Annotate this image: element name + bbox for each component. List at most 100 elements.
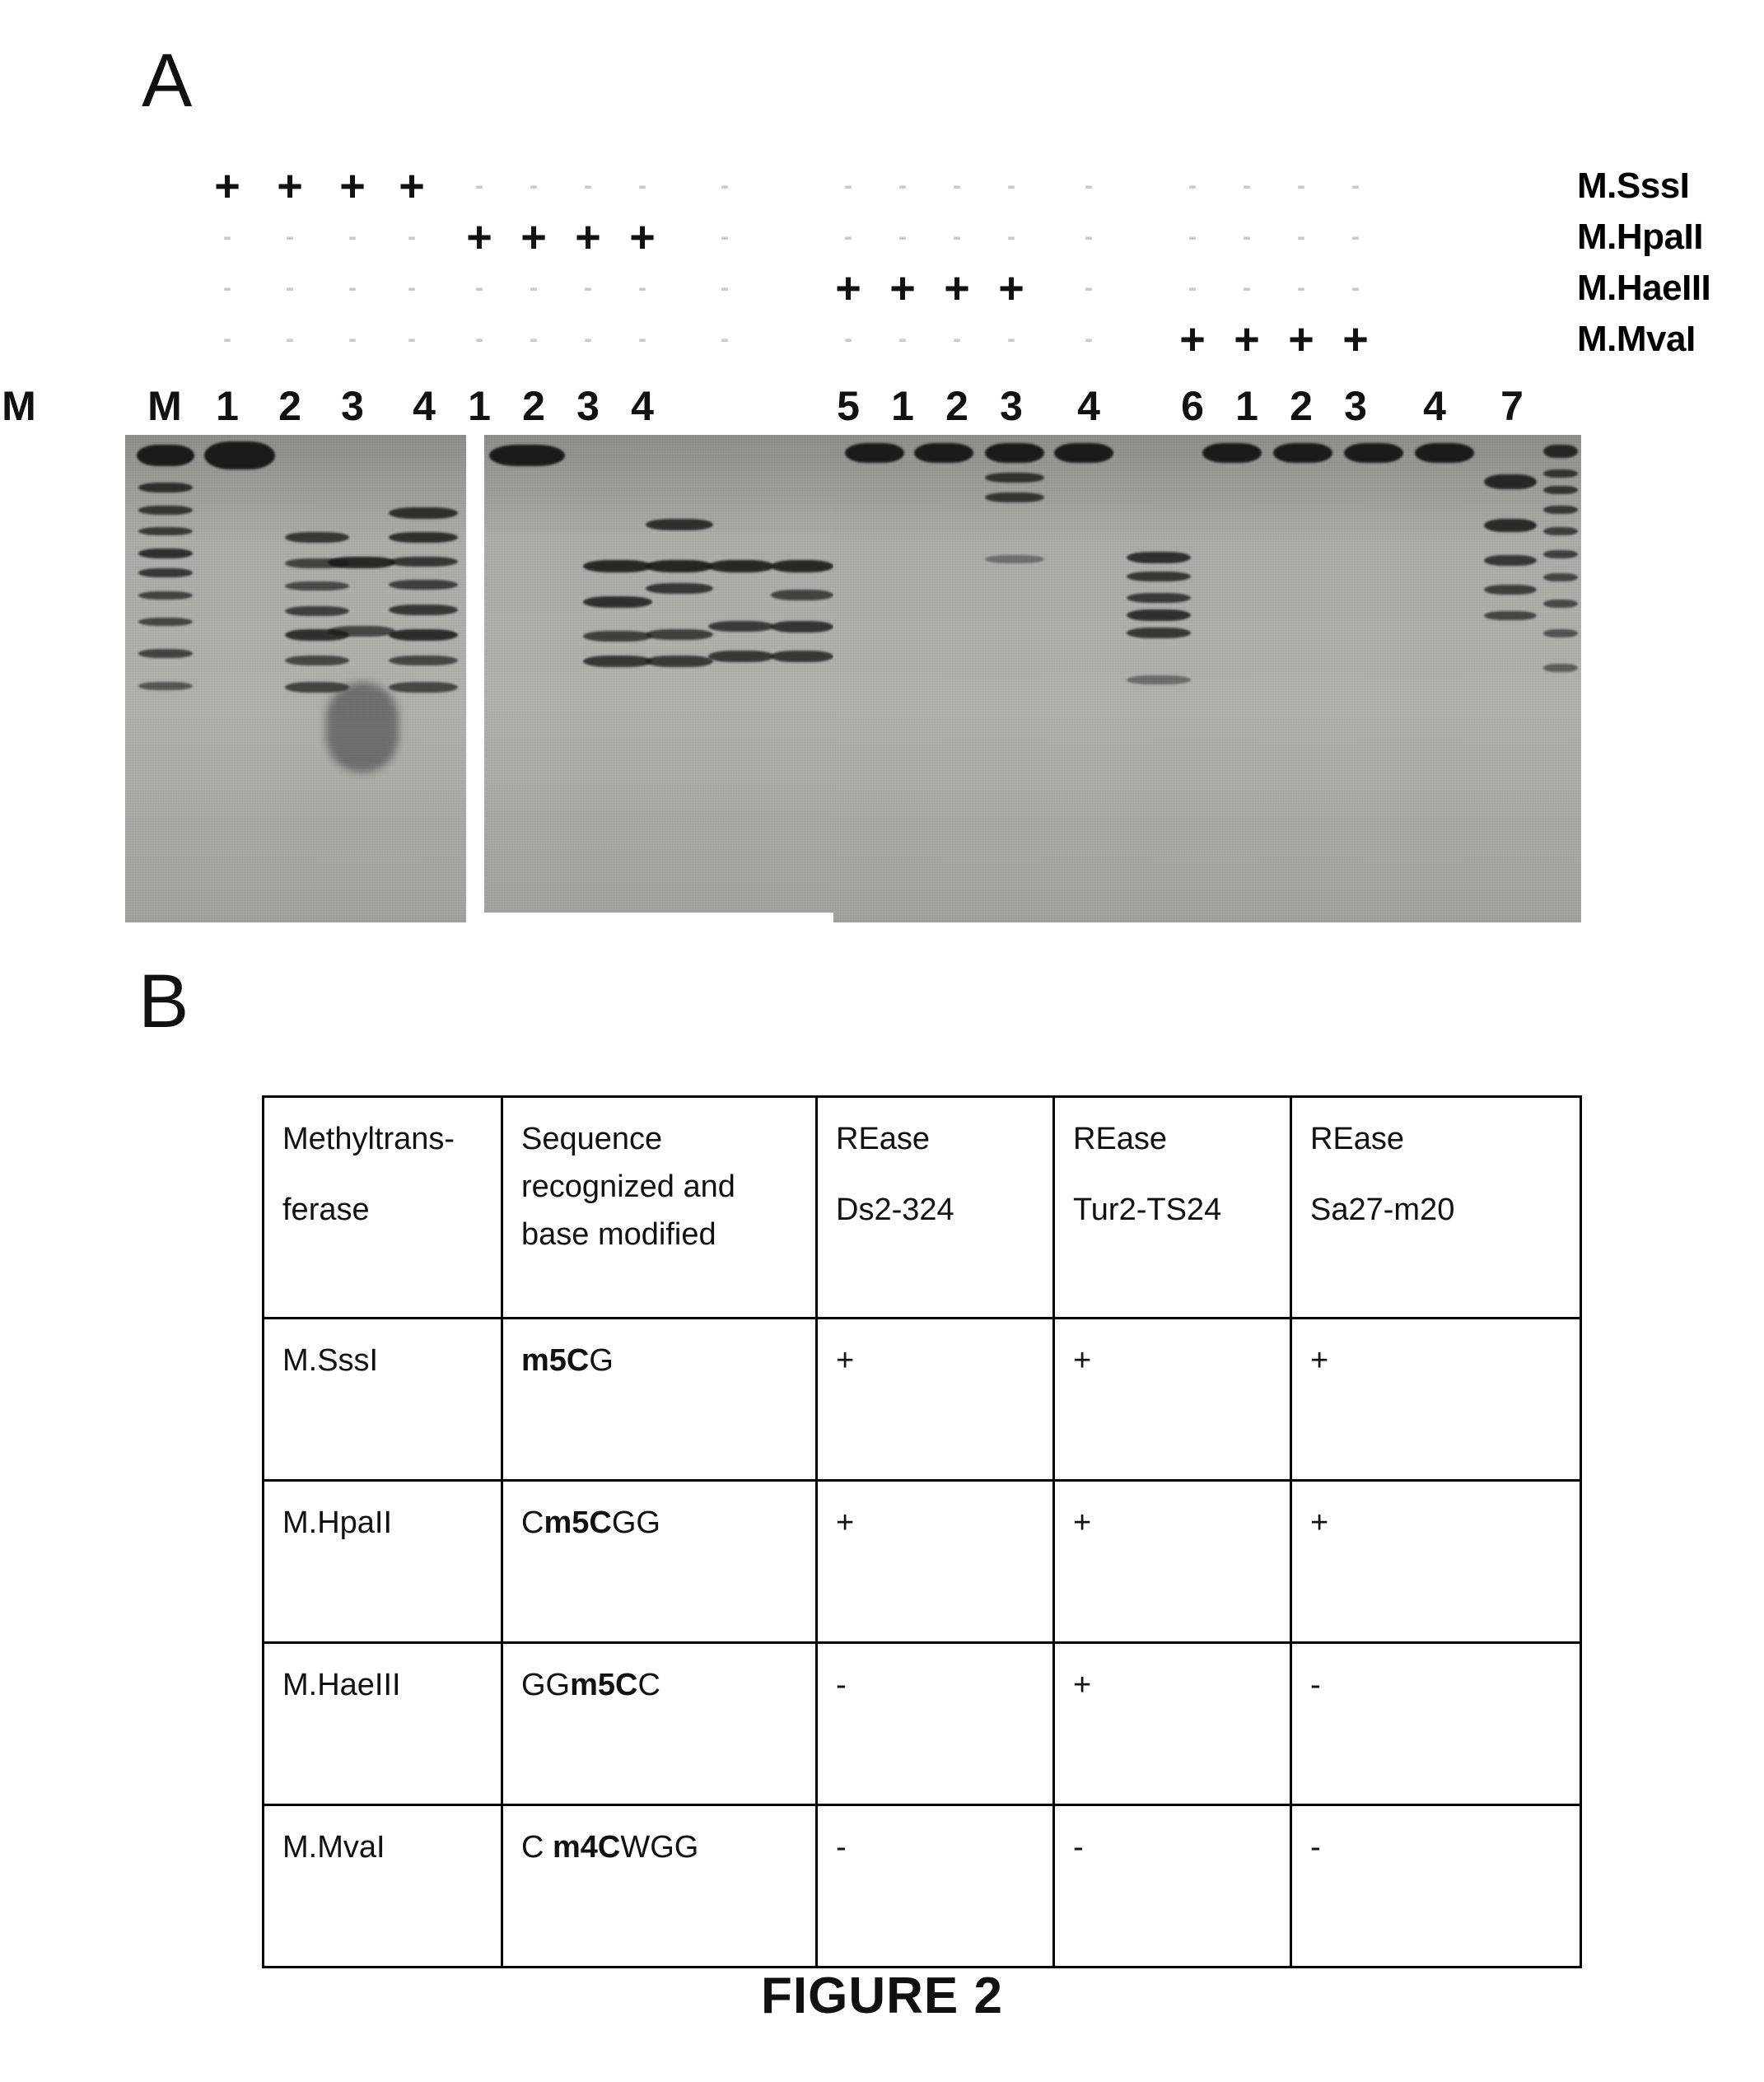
- matrix-mark-minus: -: [408, 274, 416, 301]
- matrix-mark-minus: -: [1243, 274, 1251, 301]
- matrix-mark-minus: -: [953, 325, 961, 352]
- gel-band: [1484, 555, 1537, 566]
- matrix-mark-plus: +: [1179, 315, 1206, 364]
- matrix-mark-minus: -: [721, 223, 729, 250]
- matrix-mark-minus: -: [721, 325, 729, 352]
- gel-band: [1543, 469, 1578, 478]
- gel-smear: [326, 682, 399, 773]
- matrix-mark-minus: -: [953, 172, 961, 199]
- gel-band: [708, 651, 774, 662]
- cell-sequence: Cm5CGG: [501, 1479, 818, 1644]
- cell-sequence: GGm5CC: [501, 1641, 818, 1806]
- matrix-mark-plus: +: [1342, 315, 1369, 364]
- matrix-mark-plus: +: [520, 212, 547, 262]
- matrix-mark-minus: -: [1085, 223, 1093, 250]
- gel-band: [1484, 585, 1537, 595]
- gel-lane-label: 3: [341, 383, 364, 429]
- table-header-row: Methyltrans-ferase Sequence recognized and…: [262, 1095, 1582, 1319]
- gel-lane-label: 1: [468, 383, 491, 429]
- matrix-mark-minus: -: [584, 172, 592, 199]
- matrix-row-m-mvai: - - - - - - - - - - - - - - + + + + M.MvaI: [0, 316, 1764, 367]
- gel-lane-label: 1: [891, 383, 914, 429]
- matrix-mark-minus: -: [1188, 172, 1197, 199]
- matrix-mark-plus: +: [835, 264, 861, 313]
- modified-base: m4C: [553, 1830, 621, 1865]
- gel-lane-label: 2: [945, 383, 968, 429]
- table-row: M.HaeIII GGm5CC - + -: [262, 1641, 1582, 1806]
- matrix-mark-plus: +: [214, 161, 240, 211]
- matrix-mark-minus: -: [286, 274, 294, 301]
- gel-band: [1543, 573, 1578, 581]
- matrix-mark-minus: -: [584, 325, 592, 352]
- table-header-line: ferase: [282, 1192, 370, 1227]
- cell-tur2-ts24: +: [1052, 1317, 1292, 1482]
- methyltransferase-table-wrap: Methyltrans-ferase Sequence recognized and…: [262, 1095, 1582, 1968]
- gel-band: [138, 591, 193, 600]
- table-header-line: REase: [836, 1122, 931, 1156]
- gel-band: [1202, 443, 1262, 463]
- gel-band: [285, 532, 349, 543]
- sequence-text: WGG: [620, 1830, 699, 1865]
- matrix-mark-plus: +: [575, 212, 601, 262]
- matrix-row-m-hpaii: - - - - + + + + - - - - - - - - - - M.HpaII: [0, 214, 1764, 265]
- matrix-mark-minus: -: [1007, 172, 1015, 199]
- table-header-line: Sa27-m20: [1310, 1192, 1455, 1227]
- gel-panel-right: [833, 435, 1581, 922]
- matrix-mark-minus: -: [408, 223, 416, 250]
- gel-band: [1127, 572, 1191, 581]
- sequence-text: C: [521, 1830, 553, 1865]
- matrix-mark-minus: -: [898, 223, 907, 250]
- matrix-mark-minus: -: [721, 172, 729, 199]
- gel-lane-label: 1: [1235, 383, 1258, 429]
- matrix-mark-minus: -: [898, 172, 907, 199]
- gel-band: [771, 560, 833, 572]
- matrix-mark-minus: -: [1351, 172, 1360, 199]
- cell-methyltransferase: M.SssI: [262, 1317, 503, 1482]
- matrix-mark-minus: -: [1188, 223, 1197, 250]
- gel-band: [771, 621, 833, 633]
- gel-band: [1543, 550, 1578, 558]
- matrix-mark-plus: +: [1234, 315, 1260, 364]
- gel-band: [985, 473, 1044, 483]
- gel-lane-label: 3: [576, 383, 600, 429]
- gel-band: [985, 555, 1044, 563]
- cell-methyltransferase: M.HpaII: [262, 1479, 503, 1644]
- methyltransferase-treatment-matrix: + + + + - - - - - - - - - - - - - - M.SssI - - - - + + + + - - - - - - - -…: [0, 163, 1764, 377]
- matrix-mark-minus: -: [475, 325, 483, 352]
- table-header-line: Methyltrans-: [282, 1122, 455, 1156]
- gel-band: [1127, 609, 1191, 621]
- matrix-mark-minus: -: [844, 223, 852, 250]
- cell-sa27-m20: +: [1290, 1317, 1582, 1482]
- matrix-mark-plus: +: [1288, 315, 1314, 364]
- matrix-mark-minus: -: [1243, 172, 1251, 199]
- gel-band: [328, 557, 395, 568]
- gel-band: [204, 441, 275, 469]
- modified-base: m5C: [521, 1343, 590, 1378]
- table-header-line: recognized and: [521, 1169, 735, 1204]
- matrix-row-label: M.HaeIII: [1577, 268, 1711, 308]
- matrix-mark-minus: -: [348, 223, 357, 250]
- gel-band: [138, 506, 193, 515]
- gel-image-group: [0, 435, 1764, 929]
- matrix-mark-plus: +: [889, 264, 916, 313]
- gel-band: [1543, 600, 1578, 608]
- gel-lane-label: 2: [1290, 383, 1313, 429]
- gel-lane-label-strip: M1234123451234612347M: [0, 383, 1764, 432]
- gel-band: [138, 568, 193, 577]
- gel-panel-left: [125, 435, 466, 922]
- sequence-text: GG: [611, 1505, 660, 1540]
- gel-band: [583, 656, 652, 667]
- panel-b-letter: B: [138, 959, 189, 1043]
- matrix-mark-minus: -: [286, 223, 294, 250]
- gel-lane-label: 3: [1344, 383, 1367, 429]
- gel-band: [1273, 443, 1332, 463]
- cell-ds2-324: +: [815, 1317, 1055, 1482]
- gel-lane-label: 2: [522, 383, 545, 429]
- table-header-line: base modified: [521, 1216, 716, 1252]
- gel-band: [985, 492, 1044, 502]
- matrix-mark-minus: -: [348, 325, 357, 352]
- matrix-mark-minus: -: [1351, 274, 1360, 301]
- gel-band: [1484, 611, 1537, 620]
- gel-band: [389, 507, 458, 519]
- matrix-mark-minus: -: [1297, 223, 1305, 250]
